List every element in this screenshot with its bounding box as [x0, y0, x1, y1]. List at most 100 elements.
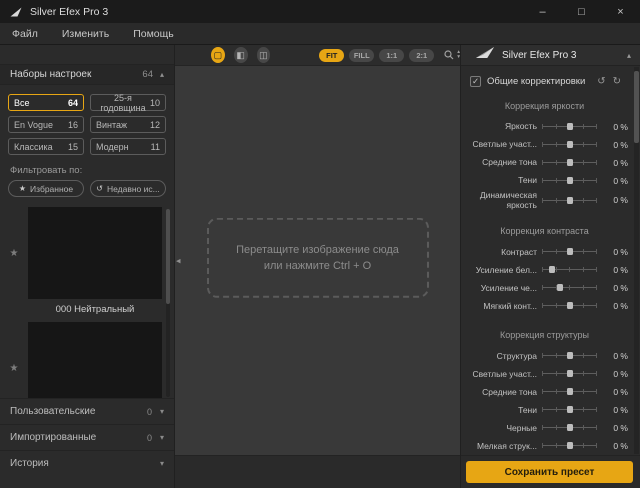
midtones-slider[interactable] [542, 159, 597, 166]
slider-value: 0 % [602, 247, 628, 257]
image-canvas[interactable]: ◂ Перетащите изображение сюда или нажмит… [175, 66, 460, 455]
preset-list[interactable]: ★ 000 Нейтральный ★ [0, 207, 174, 398]
favorite-star-icon[interactable]: ★ [0, 363, 28, 374]
side-by-side-view-button[interactable]: ◫ [257, 47, 271, 63]
section-imported-presets[interactable]: Импортированные 0 ▾ [0, 424, 174, 450]
menu-help[interactable]: Помощь [121, 23, 186, 44]
single-view-button[interactable]: ▢ [211, 47, 225, 63]
slider-value: 0 % [602, 176, 628, 186]
slider-row: Контраст 0 % [461, 243, 628, 260]
preset-item[interactable]: ★ [0, 322, 162, 398]
slider-value: 0 % [602, 369, 628, 379]
global-adjustments-row: ✓ Общие корректировки ↺ ↻ [461, 70, 640, 92]
slider-handle[interactable] [567, 388, 573, 395]
image-drop-zone[interactable]: Перетащите изображение сюда или нажмите … [207, 217, 429, 297]
amplify-whites-slider[interactable] [542, 266, 597, 273]
chevron-up-icon[interactable]: ▴ [160, 70, 164, 79]
brightness-slider[interactable] [542, 123, 597, 130]
recently-used-filter-button[interactable]: ↺ Недавно ис... [90, 180, 166, 197]
category-vintage[interactable]: Винтаж 12 [90, 116, 166, 133]
structure-highlights-slider[interactable] [542, 370, 597, 377]
chevron-down-icon[interactable]: ▾ [160, 433, 164, 442]
shadows-slider[interactable] [542, 177, 597, 184]
reset-icon[interactable]: ↺ [597, 76, 605, 87]
slider-handle[interactable] [557, 284, 563, 291]
slider-handle[interactable] [567, 123, 573, 130]
category-classic[interactable]: Классика 15 [8, 138, 84, 155]
chevron-down-icon[interactable]: ▾ [160, 407, 164, 416]
category-modern[interactable]: Модерн 11 [90, 138, 166, 155]
minimize-button[interactable]: – [523, 0, 562, 23]
slider-handle[interactable] [567, 370, 573, 377]
history-icon: ↺ [96, 184, 103, 193]
amplify-blacks-slider[interactable] [542, 284, 597, 291]
scrollbar-thumb[interactable] [634, 71, 639, 143]
slider-handle[interactable] [567, 302, 573, 309]
fine-structure-slider[interactable] [542, 442, 597, 449]
zoom-fill-button[interactable]: FILL [349, 49, 374, 62]
category-en-vogue[interactable]: En Vogue 16 [8, 116, 84, 133]
zoom-fit-button[interactable]: FIT [319, 49, 344, 62]
title-bar: Silver Efex Pro 3 – □ × [0, 0, 640, 23]
save-preset-button[interactable]: Сохранить пресет [466, 461, 633, 483]
highlights-slider[interactable] [542, 141, 597, 148]
menu-bar: Файл Изменить Помощь [0, 23, 640, 45]
slider-handle[interactable] [549, 266, 555, 273]
preset-thumbnail[interactable] [28, 207, 162, 299]
preset-list-scrollbar[interactable] [166, 209, 170, 397]
chevron-up-icon[interactable]: ▴ [627, 51, 631, 60]
zoom-1-1-button[interactable]: 1:1 [379, 49, 404, 62]
maximize-button[interactable]: □ [562, 0, 601, 23]
structure-shadows-slider[interactable] [542, 406, 597, 413]
slider-label: Динамическая яркость [465, 190, 537, 210]
close-button[interactable]: × [601, 0, 640, 23]
chevron-down-icon[interactable]: ▾ [160, 459, 164, 468]
structure-slider[interactable] [542, 352, 597, 359]
slider-handle[interactable] [567, 442, 573, 449]
slider-handle[interactable] [567, 248, 573, 255]
preset-thumbnail[interactable] [28, 322, 162, 398]
menu-file[interactable]: Файл [0, 23, 50, 44]
scrollbar-thumb[interactable] [166, 209, 170, 304]
collapse-left-panel-icon[interactable]: ◂ [176, 255, 181, 266]
slider-handle[interactable] [567, 352, 573, 359]
structure-midtones-slider[interactable] [542, 388, 597, 395]
contrast-slider[interactable] [542, 248, 597, 255]
slider-handle[interactable] [567, 177, 573, 184]
favorites-filter-button[interactable]: ★ Избранное [8, 180, 84, 197]
category-count: 15 [68, 142, 78, 152]
zoom-2-1-button[interactable]: 2:1 [409, 49, 434, 62]
global-adjustments-checkbox[interactable]: ✓ [470, 76, 481, 87]
section-history[interactable]: История ▾ [0, 450, 174, 476]
slider-row: Мелкая струк... 0 % [461, 437, 628, 454]
slider-handle[interactable] [567, 406, 573, 413]
slider-row: Мягкий конт... 0 % [461, 297, 628, 314]
group-title: Коррекция яркости [461, 101, 628, 111]
magnifier-icon [444, 50, 454, 60]
adjustments-scrollbar[interactable] [634, 67, 639, 454]
soft-contrast-slider[interactable] [542, 302, 597, 309]
presets-panel-header[interactable]: Наборы настроек 64 ▴ [0, 64, 174, 85]
slider-handle[interactable] [567, 197, 573, 204]
section-custom-presets[interactable]: Пользовательские 0 ▾ [0, 398, 174, 424]
category-all[interactable]: Все 64 [8, 94, 84, 111]
slider-row: Средние тона 0 % [461, 154, 628, 171]
slider-label: Тени [465, 405, 537, 415]
split-preview-button[interactable]: ◧ [234, 47, 248, 63]
recently-used-filter-label: Недавно ис... [107, 184, 160, 194]
slider-handle[interactable] [567, 141, 573, 148]
menu-edit[interactable]: Изменить [50, 23, 121, 44]
preset-item-neutral[interactable]: ★ [0, 207, 162, 299]
slider-handle[interactable] [567, 159, 573, 166]
group-title: Коррекция структуры [461, 330, 628, 340]
main-area: Наборы настроек 64 ▴ Все 64 25-я годовщи… [0, 45, 640, 488]
blacks-slider[interactable] [542, 424, 597, 431]
redo-icon[interactable]: ↻ [613, 76, 621, 87]
zoom-level-stepper[interactable]: ▴ ▾ [444, 50, 460, 60]
dynamic-brightness-slider[interactable] [542, 197, 597, 204]
slider-value: 0 % [602, 283, 628, 293]
favorite-star-icon[interactable]: ★ [0, 248, 28, 259]
category-25th-anniversary[interactable]: 25-я годовщина 10 [90, 94, 166, 111]
slider-handle[interactable] [567, 424, 573, 431]
section-count: 0 [147, 407, 152, 417]
